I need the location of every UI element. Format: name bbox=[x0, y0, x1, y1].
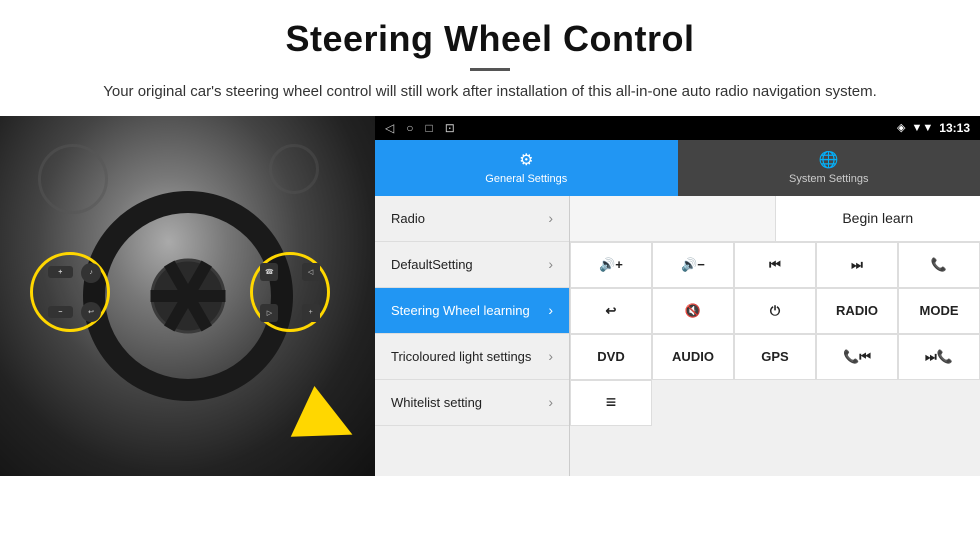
clock: 13:13 bbox=[939, 121, 970, 135]
signal-icon: ▼▼ bbox=[912, 122, 934, 134]
arrow-indicator bbox=[300, 395, 355, 451]
screenshot-icon: ⊡ bbox=[445, 121, 455, 135]
prev-track-button[interactable]: ⏮ bbox=[734, 242, 816, 288]
menu-default-label: DefaultSetting bbox=[391, 257, 473, 272]
call-prev-button[interactable]: 📞⏮ bbox=[816, 334, 898, 380]
tab-general-label: General Settings bbox=[485, 173, 567, 185]
phone-button[interactable]: 📞 bbox=[898, 242, 980, 288]
volume-up-icon: 🔊+ bbox=[599, 257, 623, 273]
begin-learn-button[interactable]: Begin learn bbox=[776, 196, 980, 241]
main-content: + − ♪ ↩ ☎ ◁ ▷ + ◁ ○ □ ⊡ ◈ bbox=[0, 116, 980, 476]
android-panel: ◁ ○ □ ⊡ ◈ ▼▼ 13:13 ⚙ General Settings 🌐 … bbox=[375, 116, 980, 476]
chevron-icon: › bbox=[548, 256, 553, 272]
menu-item-whitelist[interactable]: Whitelist setting › bbox=[375, 380, 569, 426]
control-grid-row3: DVD AUDIO GPS 📞⏮ ⏭📞 bbox=[570, 334, 980, 380]
mode-label: MODE bbox=[920, 303, 959, 318]
menu-section: Radio › DefaultSetting › Steering Wheel … bbox=[375, 196, 570, 476]
power-icon: ⏻ bbox=[770, 303, 780, 319]
tab-system-label: System Settings bbox=[789, 173, 868, 185]
highlight-circle-right: ☎ ◁ ▷ + bbox=[250, 252, 330, 332]
chevron-icon: › bbox=[548, 394, 553, 410]
menu-whitelist-label: Whitelist setting bbox=[391, 395, 482, 410]
chevron-icon: › bbox=[548, 210, 553, 226]
mute-icon: 🔇 bbox=[685, 303, 701, 319]
header-divider bbox=[470, 68, 510, 71]
call-next-icon: ⏭📞 bbox=[925, 349, 953, 365]
menu-item-tricoloured[interactable]: Tricoloured light settings › bbox=[375, 334, 569, 380]
page-header: Steering Wheel Control Your original car… bbox=[0, 0, 980, 116]
general-settings-icon: ⚙ bbox=[519, 150, 533, 170]
status-bar: ◁ ○ □ ⊡ ◈ ▼▼ 13:13 bbox=[375, 116, 980, 140]
gps-button[interactable]: GPS bbox=[734, 334, 816, 380]
power-button[interactable]: ⏻ bbox=[734, 288, 816, 334]
menu-item-default-setting[interactable]: DefaultSetting › bbox=[375, 242, 569, 288]
chevron-icon: › bbox=[548, 348, 553, 364]
back-icon: ◁ bbox=[385, 121, 394, 135]
controls-section: Begin learn 🔊+ 🔊− ⏮ ⏭ bbox=[570, 196, 980, 476]
back-call-icon: ↩ bbox=[606, 303, 617, 319]
volume-down-button[interactable]: 🔊− bbox=[652, 242, 734, 288]
radio-label: RADIO bbox=[836, 303, 878, 318]
gps-label: GPS bbox=[761, 349, 788, 364]
android-body: Radio › DefaultSetting › Steering Wheel … bbox=[375, 196, 980, 476]
audio-button[interactable]: AUDIO bbox=[652, 334, 734, 380]
highlight-circle-left: + − ♪ ↩ bbox=[30, 252, 110, 332]
menu-item-steering-wheel[interactable]: Steering Wheel learning › bbox=[375, 288, 569, 334]
prev-icon: ⏮ bbox=[769, 257, 781, 273]
location-icon: ◈ bbox=[897, 121, 905, 134]
header-description: Your original car's steering wheel contr… bbox=[60, 81, 920, 104]
tab-bar: ⚙ General Settings 🌐 System Settings bbox=[375, 140, 980, 196]
status-bar-left: ◁ ○ □ ⊡ bbox=[385, 121, 455, 135]
menu-icon-button[interactable]: ≡ bbox=[570, 380, 652, 426]
call-next-button[interactable]: ⏭📞 bbox=[898, 334, 980, 380]
mute-button[interactable]: 🔇 bbox=[652, 288, 734, 334]
menu-lines-icon: ≡ bbox=[606, 392, 617, 413]
home-icon: ○ bbox=[406, 121, 413, 135]
back-call-button[interactable]: ↩ bbox=[570, 288, 652, 334]
dvd-label: DVD bbox=[597, 349, 624, 364]
system-settings-icon: 🌐 bbox=[819, 150, 839, 170]
radio-button[interactable]: RADIO bbox=[816, 288, 898, 334]
call-prev-icon: 📞⏮ bbox=[843, 349, 871, 365]
menu-radio-label: Radio bbox=[391, 211, 425, 226]
tab-system-settings[interactable]: 🌐 System Settings bbox=[678, 140, 980, 196]
status-bar-right: ◈ ▼▼ 13:13 bbox=[897, 121, 970, 135]
volume-down-icon: 🔊− bbox=[681, 257, 705, 273]
control-top-row: Begin learn bbox=[570, 196, 980, 242]
next-track-button[interactable]: ⏭ bbox=[816, 242, 898, 288]
menu-tricoloured-label: Tricoloured light settings bbox=[391, 349, 531, 364]
recents-icon: □ bbox=[425, 121, 432, 135]
dvd-button[interactable]: DVD bbox=[570, 334, 652, 380]
audio-label: AUDIO bbox=[672, 349, 714, 364]
next-icon: ⏭ bbox=[851, 257, 863, 273]
mode-button[interactable]: MODE bbox=[898, 288, 980, 334]
menu-steering-label: Steering Wheel learning bbox=[391, 303, 530, 318]
phone-icon: 📞 bbox=[931, 257, 947, 273]
chevron-icon: › bbox=[548, 302, 553, 318]
control-grid-row1: 🔊+ 🔊− ⏮ ⏭ 📞 bbox=[570, 242, 980, 288]
control-bottom-row: ≡ bbox=[570, 380, 980, 426]
menu-item-radio[interactable]: Radio › bbox=[375, 196, 569, 242]
volume-up-button[interactable]: 🔊+ bbox=[570, 242, 652, 288]
steering-wheel-image: + − ♪ ↩ ☎ ◁ ▷ + bbox=[0, 116, 375, 476]
control-grid-row2: ↩ 🔇 ⏻ RADIO MODE bbox=[570, 288, 980, 334]
tab-general-settings[interactable]: ⚙ General Settings bbox=[375, 140, 678, 196]
control-empty-slot bbox=[570, 196, 776, 241]
page-title: Steering Wheel Control bbox=[60, 18, 920, 60]
